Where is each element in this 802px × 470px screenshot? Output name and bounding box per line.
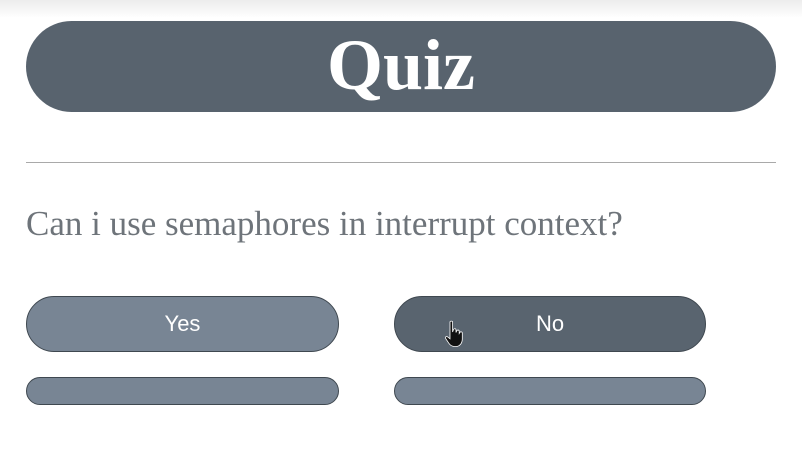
answer-button-4[interactable] [394, 377, 706, 405]
hand-pointer-icon [445, 320, 463, 347]
quiz-header: Quiz [26, 21, 776, 112]
answer-no-button[interactable]: No [394, 296, 706, 352]
question-text: Can i use semaphores in interrupt contex… [26, 204, 623, 243]
divider [26, 162, 776, 163]
answer-yes-button[interactable]: Yes [26, 296, 339, 352]
quiz-title: Quiz [326, 24, 475, 105]
answer-button-3[interactable] [26, 377, 339, 405]
top-shadow [0, 0, 802, 18]
